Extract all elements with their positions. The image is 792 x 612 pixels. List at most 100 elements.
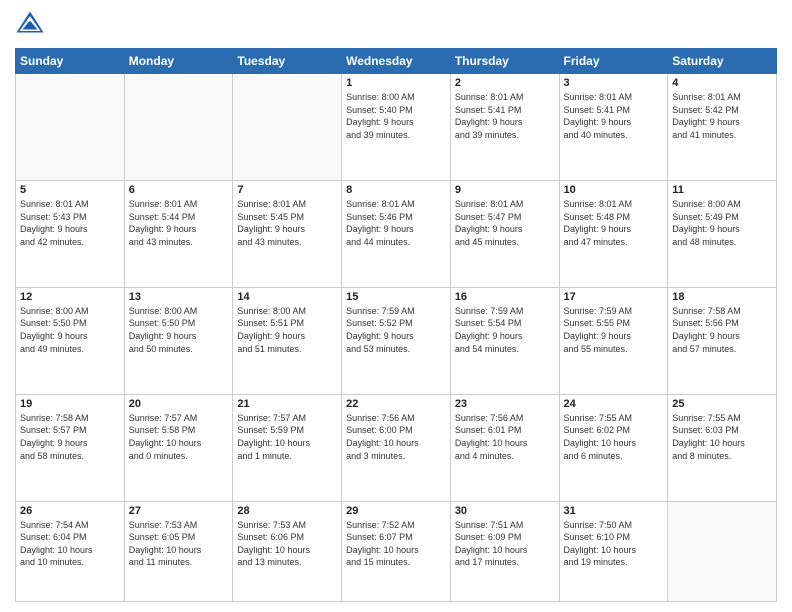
day-info: Sunrise: 8:01 AM Sunset: 5:46 PM Dayligh…: [346, 198, 446, 248]
day-info: Sunrise: 8:01 AM Sunset: 5:42 PM Dayligh…: [672, 91, 772, 141]
day-info: Sunrise: 7:56 AM Sunset: 6:01 PM Dayligh…: [455, 412, 555, 462]
day-number: 5: [20, 184, 120, 196]
day-number: 19: [20, 398, 120, 410]
day-info: Sunrise: 8:01 AM Sunset: 5:41 PM Dayligh…: [564, 91, 664, 141]
calendar-cell: 25 Sunrise: 7:55 AM Sunset: 6:03 PM Dayli…: [668, 394, 777, 501]
logo: [15, 10, 49, 40]
day-number: 4: [672, 77, 772, 89]
calendar-cell: 31 Sunrise: 7:50 AM Sunset: 6:10 PM Dayli…: [559, 501, 668, 601]
day-number: 25: [672, 398, 772, 410]
day-info: Sunrise: 7:55 AM Sunset: 6:02 PM Dayligh…: [564, 412, 664, 462]
day-info: Sunrise: 7:58 AM Sunset: 5:56 PM Dayligh…: [672, 305, 772, 355]
calendar-week-row: 5 Sunrise: 8:01 AM Sunset: 5:43 PM Daylig…: [16, 180, 777, 287]
day-info: Sunrise: 7:58 AM Sunset: 5:57 PM Dayligh…: [20, 412, 120, 462]
day-number: 30: [455, 505, 555, 517]
calendar-cell: 14 Sunrise: 8:00 AM Sunset: 5:51 PM Dayli…: [233, 287, 342, 394]
calendar-cell: 21 Sunrise: 7:57 AM Sunset: 5:59 PM Dayli…: [233, 394, 342, 501]
calendar-cell: 23 Sunrise: 7:56 AM Sunset: 6:01 PM Dayli…: [450, 394, 559, 501]
weekday-header: Tuesday: [233, 49, 342, 74]
day-info: Sunrise: 8:00 AM Sunset: 5:40 PM Dayligh…: [346, 91, 446, 141]
day-info: Sunrise: 8:01 AM Sunset: 5:47 PM Dayligh…: [455, 198, 555, 248]
calendar-cell: 24 Sunrise: 7:55 AM Sunset: 6:02 PM Dayli…: [559, 394, 668, 501]
day-info: Sunrise: 8:01 AM Sunset: 5:48 PM Dayligh…: [564, 198, 664, 248]
day-number: 2: [455, 77, 555, 89]
day-number: 24: [564, 398, 664, 410]
day-info: Sunrise: 8:01 AM Sunset: 5:45 PM Dayligh…: [237, 198, 337, 248]
calendar-cell: 26 Sunrise: 7:54 AM Sunset: 6:04 PM Dayli…: [16, 501, 125, 601]
day-number: 23: [455, 398, 555, 410]
calendar-week-row: 12 Sunrise: 8:00 AM Sunset: 5:50 PM Dayli…: [16, 287, 777, 394]
calendar-cell: 11 Sunrise: 8:00 AM Sunset: 5:49 PM Dayli…: [668, 180, 777, 287]
weekday-header: Wednesday: [342, 49, 451, 74]
day-number: 26: [20, 505, 120, 517]
calendar-cell: 30 Sunrise: 7:51 AM Sunset: 6:09 PM Dayli…: [450, 501, 559, 601]
day-info: Sunrise: 8:00 AM Sunset: 5:51 PM Dayligh…: [237, 305, 337, 355]
calendar-cell: 8 Sunrise: 8:01 AM Sunset: 5:46 PM Daylig…: [342, 180, 451, 287]
day-number: 14: [237, 291, 337, 303]
calendar-cell: 13 Sunrise: 8:00 AM Sunset: 5:50 PM Dayli…: [124, 287, 233, 394]
day-info: Sunrise: 7:57 AM Sunset: 5:58 PM Dayligh…: [129, 412, 229, 462]
day-number: 22: [346, 398, 446, 410]
calendar-week-row: 26 Sunrise: 7:54 AM Sunset: 6:04 PM Dayli…: [16, 501, 777, 601]
day-info: Sunrise: 8:00 AM Sunset: 5:50 PM Dayligh…: [129, 305, 229, 355]
day-number: 17: [564, 291, 664, 303]
day-number: 12: [20, 291, 120, 303]
calendar-week-row: 1 Sunrise: 8:00 AM Sunset: 5:40 PM Daylig…: [16, 74, 777, 181]
day-info: Sunrise: 8:00 AM Sunset: 5:50 PM Dayligh…: [20, 305, 120, 355]
day-number: 18: [672, 291, 772, 303]
calendar-cell: 10 Sunrise: 8:01 AM Sunset: 5:48 PM Dayli…: [559, 180, 668, 287]
day-info: Sunrise: 7:56 AM Sunset: 6:00 PM Dayligh…: [346, 412, 446, 462]
calendar-week-row: 19 Sunrise: 7:58 AM Sunset: 5:57 PM Dayli…: [16, 394, 777, 501]
calendar-cell: 1 Sunrise: 8:00 AM Sunset: 5:40 PM Daylig…: [342, 74, 451, 181]
day-info: Sunrise: 8:00 AM Sunset: 5:49 PM Dayligh…: [672, 198, 772, 248]
day-info: Sunrise: 7:55 AM Sunset: 6:03 PM Dayligh…: [672, 412, 772, 462]
weekday-header: Thursday: [450, 49, 559, 74]
calendar-cell: 12 Sunrise: 8:00 AM Sunset: 5:50 PM Dayli…: [16, 287, 125, 394]
weekday-header: Friday: [559, 49, 668, 74]
day-number: 8: [346, 184, 446, 196]
day-info: Sunrise: 7:57 AM Sunset: 5:59 PM Dayligh…: [237, 412, 337, 462]
day-number: 16: [455, 291, 555, 303]
calendar-cell: 16 Sunrise: 7:59 AM Sunset: 5:54 PM Dayli…: [450, 287, 559, 394]
calendar-cell: 6 Sunrise: 8:01 AM Sunset: 5:44 PM Daylig…: [124, 180, 233, 287]
weekday-header: Monday: [124, 49, 233, 74]
day-info: Sunrise: 7:54 AM Sunset: 6:04 PM Dayligh…: [20, 519, 120, 569]
day-info: Sunrise: 8:01 AM Sunset: 5:44 PM Dayligh…: [129, 198, 229, 248]
calendar-cell: [233, 74, 342, 181]
calendar-cell: 15 Sunrise: 7:59 AM Sunset: 5:52 PM Dayli…: [342, 287, 451, 394]
calendar-cell: [16, 74, 125, 181]
calendar-cell: 22 Sunrise: 7:56 AM Sunset: 6:00 PM Dayli…: [342, 394, 451, 501]
day-number: 31: [564, 505, 664, 517]
calendar-table: SundayMondayTuesdayWednesdayThursdayFrid…: [15, 48, 777, 602]
calendar-cell: 19 Sunrise: 7:58 AM Sunset: 5:57 PM Dayli…: [16, 394, 125, 501]
day-info: Sunrise: 7:59 AM Sunset: 5:54 PM Dayligh…: [455, 305, 555, 355]
day-number: 1: [346, 77, 446, 89]
day-number: 28: [237, 505, 337, 517]
calendar-cell: 20Sunrise: 7:57 AM Sunset: 5:58 PM Dayli…: [124, 394, 233, 501]
logo-icon: [15, 10, 45, 40]
calendar-cell: [668, 501, 777, 601]
calendar-cell: 29Sunrise: 7:52 AM Sunset: 6:07 PM Dayli…: [342, 501, 451, 601]
day-number: 10: [564, 184, 664, 196]
day-info: Sunrise: 8:01 AM Sunset: 5:43 PM Dayligh…: [20, 198, 120, 248]
day-info: Sunrise: 7:53 AM Sunset: 6:06 PM Dayligh…: [237, 519, 337, 569]
day-info: Sunrise: 7:59 AM Sunset: 5:52 PM Dayligh…: [346, 305, 446, 355]
day-info: Sunrise: 7:50 AM Sunset: 6:10 PM Dayligh…: [564, 519, 664, 569]
header: [15, 10, 777, 40]
calendar-cell: 18 Sunrise: 7:58 AM Sunset: 5:56 PM Dayli…: [668, 287, 777, 394]
calendar-cell: [124, 74, 233, 181]
calendar-cell: 28 Sunrise: 7:53 AM Sunset: 6:06 PM Dayli…: [233, 501, 342, 601]
day-number: 6: [129, 184, 229, 196]
day-number: 21: [237, 398, 337, 410]
weekday-header: Sunday: [16, 49, 125, 74]
calendar-cell: 17 Sunrise: 7:59 AM Sunset: 5:55 PM Dayli…: [559, 287, 668, 394]
day-number: 13: [129, 291, 229, 303]
day-number: 7: [237, 184, 337, 196]
day-number: 15: [346, 291, 446, 303]
calendar-cell: 3Sunrise: 8:01 AM Sunset: 5:41 PM Daylig…: [559, 74, 668, 181]
day-info: Sunrise: 7:51 AM Sunset: 6:09 PM Dayligh…: [455, 519, 555, 569]
day-info: Sunrise: 7:52 AM Sunset: 6:07 PM Dayligh…: [346, 519, 446, 569]
day-number: 27: [129, 505, 229, 517]
day-number: 11: [672, 184, 772, 196]
day-info: Sunrise: 7:59 AM Sunset: 5:55 PM Dayligh…: [564, 305, 664, 355]
